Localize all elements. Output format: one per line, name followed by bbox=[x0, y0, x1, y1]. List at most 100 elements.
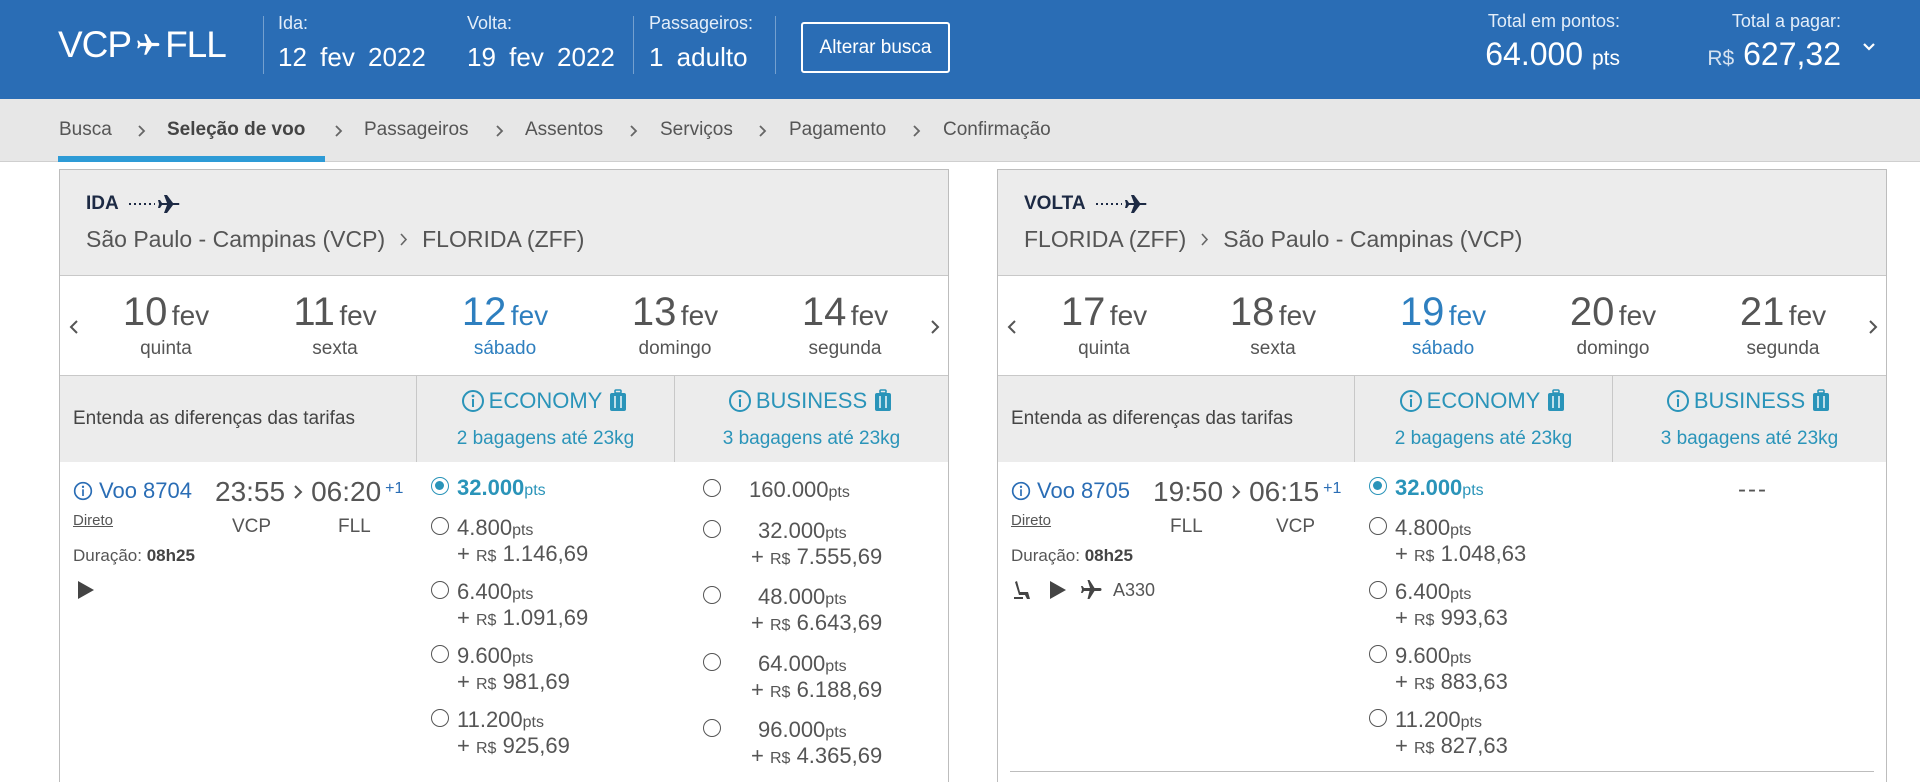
business-label: BUSINESS bbox=[1693, 388, 1806, 413]
amenities: A330 bbox=[1011, 578, 1155, 602]
date-option[interactable]: 21 fev segunda bbox=[1708, 290, 1858, 360]
origin: FLORIDA (ZFF) bbox=[1024, 226, 1187, 252]
breadcrumb-busca[interactable]: Busca bbox=[59, 119, 112, 141]
date-option[interactable]: 11 fev sexta bbox=[260, 290, 410, 360]
route-origin: VCP bbox=[58, 24, 132, 65]
radio[interactable] bbox=[703, 653, 721, 671]
volta-panel: VOLTA FLORIDA (ZFF) São Paulo - Campinas… bbox=[997, 169, 1887, 782]
info-icon[interactable] bbox=[461, 389, 485, 413]
chevron-right-icon bbox=[759, 125, 767, 137]
alter-search-button[interactable]: Alterar busca bbox=[801, 22, 950, 73]
arrival-airport: VCP bbox=[1276, 516, 1316, 537]
flight-number-link[interactable]: Voo 8705 bbox=[1011, 478, 1130, 504]
breadcrumb: Busca Seleção de voo Passageiros Assento… bbox=[0, 99, 1920, 162]
flight-info: Voo 8704 23:55 06:20 +1 VCP FLL Direto D… bbox=[60, 462, 417, 762]
fare-differences-link[interactable]: Entenda as diferenças das tarifas bbox=[60, 376, 417, 462]
date-option[interactable]: 18 fev sexta bbox=[1198, 290, 1348, 360]
volta-label: Volta: bbox=[467, 13, 513, 33]
header-divider bbox=[633, 16, 634, 74]
route-destination: FLL bbox=[165, 24, 227, 65]
fare-differences-link[interactable]: Entenda as diferenças das tarifas bbox=[998, 376, 1355, 462]
info-icon bbox=[1011, 481, 1031, 501]
date-option-selected[interactable]: 12 fev sábado bbox=[430, 290, 580, 360]
chevron-right-icon bbox=[1232, 485, 1241, 499]
info-icon[interactable] bbox=[1399, 389, 1423, 413]
radio[interactable] bbox=[431, 709, 449, 727]
chevron-down-icon[interactable] bbox=[1862, 40, 1876, 54]
radio[interactable] bbox=[703, 719, 721, 737]
business-column-header: BUSINESS 3 bagagens até 23kg bbox=[675, 376, 948, 462]
chevron-right-icon bbox=[138, 125, 146, 137]
business-baggage: 3 bagagens até 23kg bbox=[1660, 428, 1839, 449]
divider bbox=[1010, 771, 1874, 772]
volta-value: 19 fev 2022 bbox=[467, 42, 615, 72]
arrival-time: 06:20 bbox=[311, 476, 382, 507]
chevron-right-icon bbox=[496, 125, 504, 137]
leg-label: IDA bbox=[86, 193, 119, 214]
economy-baggage: 2 bagagens até 23kg bbox=[456, 428, 635, 449]
business-baggage: 3 bagagens até 23kg bbox=[722, 428, 901, 449]
economy-label: ECONOMY bbox=[488, 388, 603, 413]
ida-field: Ida: 12 fev 2022 bbox=[278, 13, 426, 73]
play-icon bbox=[1050, 581, 1066, 599]
economy-column-header: ECONOMY 2 bagagens até 23kg bbox=[417, 376, 675, 462]
radio[interactable] bbox=[431, 581, 449, 599]
origin: São Paulo - Campinas (VCP) bbox=[86, 226, 386, 252]
radio[interactable] bbox=[1369, 709, 1387, 727]
info-icon[interactable] bbox=[1666, 389, 1690, 413]
economy-column-header: ECONOMY 2 bagagens até 23kg bbox=[1355, 376, 1613, 462]
total-points: Total em pontos: 64.000 pts bbox=[1485, 11, 1620, 73]
total-pay-value: 627,32 bbox=[1743, 36, 1841, 72]
business-unavailable: --- bbox=[1738, 476, 1768, 503]
date-option[interactable]: 20 fev domingo bbox=[1538, 290, 1688, 360]
date-option[interactable]: 10 fev quinta bbox=[91, 290, 241, 360]
date-option[interactable]: 13 fev domingo bbox=[600, 290, 750, 360]
destination: FLORIDA (ZFF) bbox=[422, 226, 585, 252]
radio[interactable] bbox=[1369, 517, 1387, 535]
date-option[interactable]: 17 fev quinta bbox=[1029, 290, 1179, 360]
radio[interactable] bbox=[431, 645, 449, 663]
date-option-selected[interactable]: 19 fev sábado bbox=[1368, 290, 1518, 360]
ida-panel: IDA São Paulo - Campinas (VCP) FLORIDA (… bbox=[59, 169, 949, 782]
info-icon bbox=[73, 481, 93, 501]
chevron-right-icon bbox=[630, 125, 638, 137]
plane-dotted-icon bbox=[1095, 195, 1146, 213]
plane-dotted-icon bbox=[128, 195, 180, 213]
radio[interactable] bbox=[703, 520, 721, 538]
chevron-left-icon[interactable] bbox=[1006, 318, 1018, 336]
plane-icon bbox=[137, 34, 160, 55]
total-pay-currency: R$ bbox=[1707, 47, 1735, 70]
arrival-airport: FLL bbox=[338, 516, 371, 537]
plus-day: +1 bbox=[385, 480, 404, 497]
direct-link[interactable]: Direto bbox=[73, 512, 113, 529]
flight-number-link[interactable]: Voo 8704 bbox=[73, 478, 192, 504]
radio-selected[interactable] bbox=[431, 477, 449, 495]
info-icon[interactable] bbox=[728, 389, 752, 413]
date-option[interactable]: 14 fev segunda bbox=[770, 290, 920, 360]
luggage-icon bbox=[1813, 389, 1830, 411]
chevron-left-icon[interactable] bbox=[68, 318, 80, 336]
total-pay-label: Total a pagar: bbox=[1731, 11, 1841, 31]
breadcrumb-confirmacao: Confirmação bbox=[943, 119, 1051, 140]
radio[interactable] bbox=[1369, 645, 1387, 663]
departure-time: 19:50 bbox=[1153, 476, 1224, 507]
radio[interactable] bbox=[431, 517, 449, 535]
leg-label: VOLTA bbox=[1024, 193, 1086, 214]
total-points-label: Total em pontos: bbox=[1487, 11, 1620, 31]
amenities bbox=[73, 578, 97, 602]
volta-date-carousel: 17 fev quinta 18 fev sexta 19 fev sábado 20… bbox=[998, 276, 1886, 376]
total-pay: Total a pagar: R$ 627,32 bbox=[1707, 11, 1841, 73]
direct-link[interactable]: Direto bbox=[1011, 512, 1051, 529]
radio[interactable] bbox=[1369, 581, 1387, 599]
chevron-right-icon bbox=[913, 125, 921, 137]
radio[interactable] bbox=[703, 479, 721, 497]
departure-time: 23:55 bbox=[215, 476, 286, 507]
economy-label: ECONOMY bbox=[1426, 388, 1541, 413]
flight-info: Voo 8705 19:50 06:15 +1 FLL VCP Direto D… bbox=[998, 462, 1355, 762]
radio-selected[interactable] bbox=[1369, 477, 1387, 495]
radio[interactable] bbox=[703, 586, 721, 604]
ida-value: 12 fev 2022 bbox=[278, 42, 426, 72]
breadcrumb-active-indicator bbox=[58, 156, 325, 162]
chevron-right-icon[interactable] bbox=[929, 318, 941, 336]
chevron-right-icon[interactable] bbox=[1867, 318, 1879, 336]
